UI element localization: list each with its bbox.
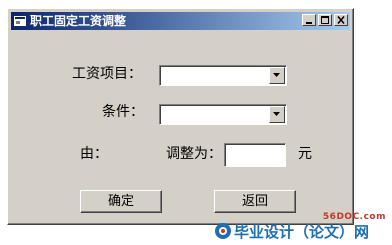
back-button[interactable]: 返回 — [214, 190, 296, 213]
condition-select[interactable] — [159, 104, 287, 125]
condition-dropdown-button[interactable] — [269, 106, 285, 123]
maximize-button[interactable] — [318, 14, 332, 26]
title-bar[interactable]: 职工固定工资调整 — [11, 12, 350, 30]
watermark-logo-icon — [215, 223, 231, 239]
condition-label: 条件： — [102, 104, 144, 120]
minimize-button[interactable] — [302, 14, 316, 26]
adjust-to-label: 调整为： — [166, 146, 222, 162]
salary-item-dropdown-button[interactable] — [269, 67, 285, 84]
salary-item-select[interactable] — [159, 65, 287, 86]
watermark: 56DOC.com 毕业设计（论文）网 — [214, 212, 390, 242]
close-icon — [337, 15, 345, 25]
adjust-amount-input[interactable] — [224, 143, 286, 167]
ok-button[interactable]: 确定 — [80, 190, 162, 213]
window-title: 职工固定工资调整 — [30, 14, 127, 28]
close-button[interactable] — [334, 14, 348, 26]
unit-label: 元 — [298, 146, 312, 162]
watermark-text: 毕业设计（论文）网 — [234, 223, 370, 241]
app-icon — [14, 16, 26, 26]
from-label: 由： — [80, 146, 108, 162]
chevron-down-icon — [273, 112, 280, 116]
maximize-icon — [321, 16, 329, 24]
minimize-icon — [306, 22, 312, 24]
salary-item-label: 工资项目： — [72, 66, 142, 82]
chevron-down-icon — [273, 73, 280, 77]
